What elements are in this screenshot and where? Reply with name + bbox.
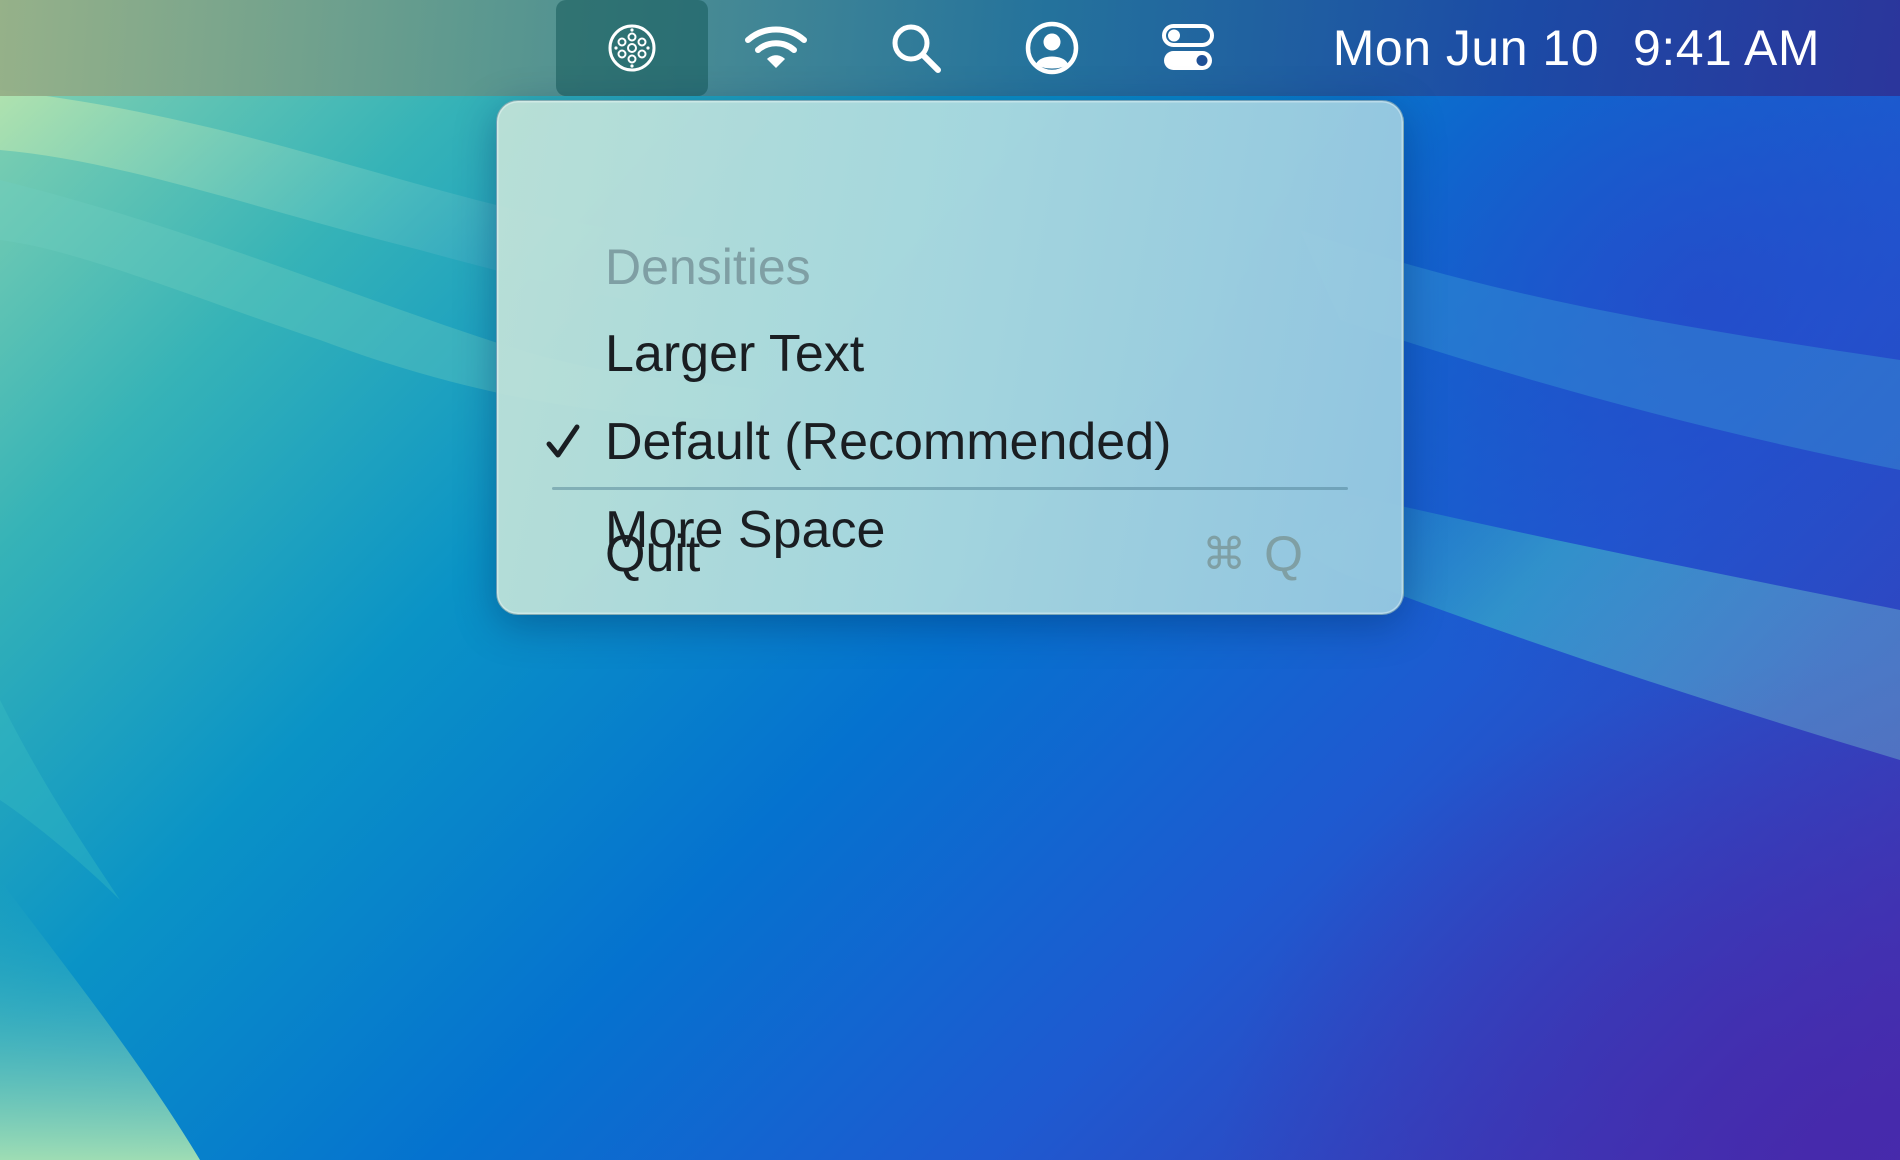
menu-item-larger-text[interactable]: Larger Text (497, 314, 1403, 394)
wifi-icon[interactable] (736, 0, 816, 96)
menu-item-label: Quit (605, 525, 701, 583)
search-icon-glyph (892, 24, 941, 73)
densities-dropdown-menu: Densities Larger Text Default (Recommend… (496, 100, 1404, 615)
user-icon[interactable] (1012, 0, 1092, 96)
menu-bar-clock[interactable]: Mon Jun 10 9:41 AM (1333, 0, 1820, 96)
control-center-icon-glyph (1162, 24, 1214, 70)
user-icon-glyph (1025, 21, 1079, 75)
menu-item-default-recommended[interactable]: Default (Recommended) (497, 402, 1403, 482)
search-icon[interactable] (876, 0, 956, 96)
checkmark-icon (546, 424, 580, 458)
wifi-icon-glyph (745, 26, 807, 68)
clock-time: 9:41 AM (1633, 20, 1820, 76)
keyboard-shortcut: ⌘ Q (1202, 525, 1303, 583)
menu-separator (552, 487, 1348, 490)
menu-item-quit[interactable]: Quit ⌘ Q (497, 514, 1403, 594)
menu-item-label: Larger Text (605, 325, 865, 383)
menu-item-label: Default (Recommended) (605, 413, 1172, 471)
control-center-icon[interactable] (1148, 0, 1228, 96)
command-key-icon: ⌘ (1202, 528, 1247, 580)
shortcut-key: Q (1264, 526, 1303, 582)
clock-date: Mon Jun 10 (1332, 20, 1600, 76)
menu-header-label: Densities (605, 239, 811, 295)
densities-app-icon[interactable] (556, 0, 708, 96)
densities-app-icon-glyph (608, 24, 656, 72)
menu-bar: Mon Jun 10 9:41 AM (0, 0, 1900, 96)
menu-header: Densities (497, 227, 1403, 307)
